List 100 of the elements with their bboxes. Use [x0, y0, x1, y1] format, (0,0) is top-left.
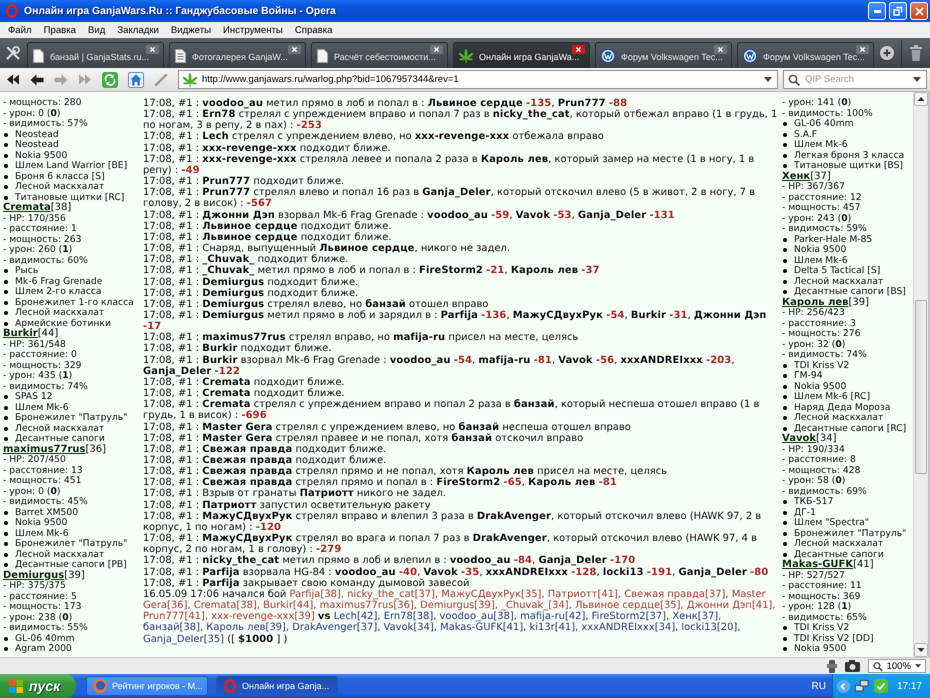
fighter-stat: - урон: 260 (1)	[3, 245, 74, 256]
menu-item[interactable]: Правка	[38, 24, 82, 36]
fighter-stat: - HP: 367/367	[782, 182, 846, 192]
trash-icon[interactable]	[910, 45, 922, 61]
menu-item[interactable]: Виджеты	[164, 24, 217, 36]
equipment-item: Лесной маскхалат	[15, 182, 104, 192]
fighter-stat: - расстояние: 12	[782, 192, 863, 203]
bullet-icon	[4, 322, 8, 326]
tab[interactable]: Фотогалерея GanjaW...	[169, 42, 306, 68]
menu-item[interactable]: Справка	[288, 24, 338, 36]
log-entry: 17:08, #1 : Master Gera стрелял правее и не попал, хотя банзай отскочил вправо	[143, 432, 584, 444]
close-icon[interactable]	[572, 45, 585, 54]
minimize-button[interactable]	[868, 2, 886, 20]
arrow-down-icon[interactable]	[914, 643, 928, 657]
equipment-item: Delta 5 Tactical [S]	[794, 266, 880, 276]
fighter-stat: - расстояние: 5	[3, 592, 78, 602]
home-icon[interactable]	[128, 72, 144, 88]
fighter-stat: - мощность: 276	[782, 329, 862, 340]
restore-icon	[893, 6, 903, 16]
equipment-item: Шлем Mk-6	[794, 140, 848, 150]
scrollbar-thumb[interactable]	[915, 300, 927, 474]
equipment-item: Шлем "Spectra"	[794, 518, 870, 528]
tab[interactable]: Расчёт себестоимости...	[311, 42, 448, 68]
wrench-icon[interactable]	[5, 45, 21, 61]
equipment-item: Бронежилет "Патруль"	[15, 413, 128, 424]
search-icon	[873, 660, 883, 672]
tab[interactable]: банзай | GanjaStats.ru...	[27, 42, 164, 68]
chevron-icon[interactable]	[836, 680, 850, 692]
reload-icon[interactable]	[102, 72, 118, 88]
log-entry: 17:08, #1 : Prun777 стрелял влево и попал 16 раз в Ganja_Deler, который отскочил влево (5 в живот, 2 в ногу, 7 в голову, 2 в висок) : -567	[143, 187, 756, 210]
fighter-stat: - урон: 243 (0)	[782, 214, 852, 224]
arrow-up-icon[interactable]	[914, 92, 928, 106]
log-entry: 17:08, #1 : Prun777 подходит ближе.	[143, 176, 346, 188]
fighter-stat: - HP: 375/375	[3, 581, 67, 592]
log-entry: 17:08, #1 : Патриотт запустил осветительную ракету	[143, 500, 432, 511]
equipment-item: ГМ-94	[794, 371, 823, 382]
battle-summary: 16.05.09 17:06 начался бой Parfija[38], nicky_the_cat[37], МажуСДвухРук[35], Патриотт[41], Свежая правда[37], Master Gera[36], Cremata[38], Burkir[44], maximus77rus[36], Demiurgus[39], _Chuvak_[34], Львиное сердце[35], Джонни Дэп[41], Prun777[41], xxx-revenge-xxx[39] vs Lech[42], Ern78[38], voodoo_au[38], mafija-ru[42], FireStorm2[37], Хенк[37], банзай[38], Кароль лев[39], DrakAvenger[37], Vavok[34], Makas-GUFK[41], ki13r[41], xxxANDREIxxx[34], locki13[20], Ganja_Deler[35] ([ $1000 ] )	[143, 588, 776, 645]
bullet-icon	[783, 143, 787, 148]
menu-item[interactable]: Вид	[82, 24, 112, 36]
fighter-name-link[interactable]: Makas-GUFK	[782, 559, 854, 570]
tab[interactable]: Форум Volkswagen Tec...	[737, 42, 874, 68]
bullet-icon	[4, 542, 8, 546]
log-entry: 17:08, #1 : МажуСДвухРук стрелял вправо и влепил 3 раза в DrakAvenger, который отскочил влево (HAWK 97, 2 в корпус, 1 по ногам) : -120	[143, 510, 762, 534]
back-icon[interactable]	[30, 74, 44, 86]
close-icon[interactable]	[146, 45, 159, 54]
close-icon[interactable]	[430, 45, 443, 54]
fighter-stat: - урон: 58 (0)	[782, 476, 846, 486]
tab[interactable]: Онлайн игра GanjaWa...	[453, 42, 590, 68]
fighter-name-link[interactable]: Burkir	[3, 328, 38, 339]
device-icon[interactable]	[827, 660, 837, 672]
fighter-stat: - HP: 527/527	[782, 570, 846, 581]
address-field[interactable]: http://www.ganjawars.ru/warlog.php?bid=1067957344&rev=1	[178, 70, 778, 89]
check-icon[interactable]	[874, 679, 888, 693]
bullet-icon	[783, 384, 787, 389]
bullet-icon	[4, 196, 8, 200]
plus-icon[interactable]	[880, 46, 894, 60]
fighter-name-link[interactable]: Demiurgus	[3, 570, 64, 580]
bullet-icon	[4, 311, 8, 316]
log-entry: 17:08, #1 : Снаряд, выпущенный Львиное сердце, никого не задел.	[143, 243, 512, 254]
menu-item[interactable]: Инструменты	[217, 24, 289, 36]
close-button[interactable]	[910, 2, 928, 20]
language-indicator[interactable]: RU	[812, 680, 826, 692]
tab[interactable]: Форум Volkswagen Tec...	[595, 42, 732, 68]
fighter-name-link[interactable]: Vavok	[782, 433, 816, 444]
fighter-stat: - видимость: 45%	[3, 497, 89, 508]
page-icon	[317, 48, 328, 62]
bullet-icon	[4, 154, 8, 158]
caret-icon[interactable]	[913, 77, 921, 82]
log-entry: 17:08, #1 : Свежая правда стрелял прямо и попал в : FireStorm2 -65, Кароль лев -81	[143, 477, 618, 488]
restore-button[interactable]	[889, 2, 907, 20]
network-icon[interactable]	[854, 680, 869, 692]
fighter-name-link[interactable]: Cremata	[3, 202, 51, 213]
close-icon[interactable]	[714, 45, 727, 54]
fighter-name-link[interactable]: Кароль лев	[782, 296, 849, 308]
globe-icon	[93, 679, 107, 693]
fighter-stat: - мощность: 329	[3, 360, 82, 371]
menu-item[interactable]: Закладки	[111, 24, 165, 36]
fighter-stat: - урон: 0 (0)	[3, 486, 62, 497]
close-icon[interactable]	[288, 45, 301, 54]
zoom-dropdown[interactable]: 100%	[868, 659, 926, 673]
rewind-icon[interactable]	[6, 74, 20, 85]
fighter-stat: - HP: 256/423	[782, 308, 846, 318]
start-button[interactable]: пуск	[0, 674, 76, 698]
search-field[interactable]: QIP Search	[783, 70, 927, 89]
bullet-icon	[783, 636, 787, 641]
fighter-stat: - урон: 141 (0)	[782, 98, 852, 108]
menu-item[interactable]: Файл	[2, 24, 38, 36]
camera-icon[interactable]	[845, 660, 860, 672]
caret-icon[interactable]	[764, 77, 772, 82]
equipment-item: SPAS 12	[15, 392, 53, 402]
log-entry: 17:08, #1 : xxx-revenge-xxx стреляла левее и попала 2 раза в Кароль лев, который замер на месте (1 в ногу, 1 в репу) : -49	[143, 154, 756, 176]
log-entry: 17:08, #1 : Ern78 стрелял с упреждением вправо и попал 7 раз в nicky_the_cat, который отбежал вправо (1 в грудь, 1 по ногам, 3 в репу, 2 в пах) : -253	[143, 109, 778, 132]
close-icon[interactable]	[856, 45, 869, 54]
fighter-name-link[interactable]: Хенк	[782, 170, 810, 182]
taskbar-button[interactable]: Онлайн игра Ganja...	[216, 676, 338, 696]
log-entry: 17:08, #1 : Demiurgus подходит ближе.	[143, 276, 360, 288]
fighter-stat: - урон: 128 (1)	[782, 602, 852, 612]
fighter-name-link[interactable]: maximus77rus	[3, 444, 86, 454]
fighter-stat: - расстояние: 0	[3, 350, 78, 360]
equipment-item: Лесной маскхалат	[15, 550, 104, 560]
